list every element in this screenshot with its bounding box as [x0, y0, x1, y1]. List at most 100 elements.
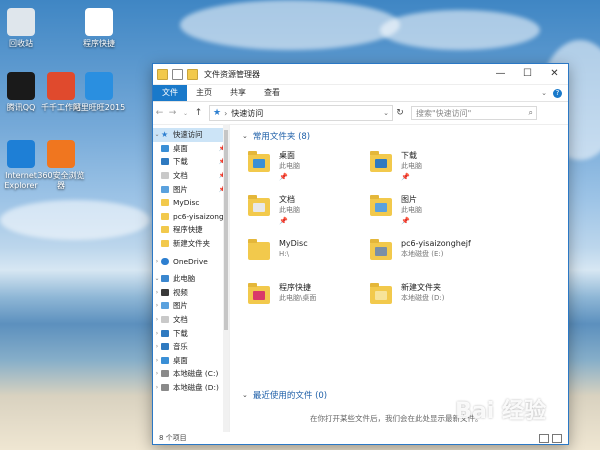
expand-arrow-icon[interactable]: ›: [153, 357, 161, 364]
refresh-icon[interactable]: ↻: [393, 108, 407, 118]
folder-icon: [161, 185, 169, 193]
expand-arrow-icon[interactable]: ›: [153, 289, 161, 296]
folder-icon: [370, 283, 392, 304]
desktop-icon-360-browser[interactable]: 360安全浏览器: [34, 140, 88, 191]
collapse-caret-icon[interactable]: ⌄: [242, 391, 248, 399]
search-input[interactable]: 搜索"快速访问" ⌕: [411, 106, 537, 120]
expand-arrow-icon[interactable]: ›: [153, 316, 161, 323]
nav-scrollbar[interactable]: [223, 124, 229, 432]
nav-pc-item[interactable]: › 音乐: [153, 340, 229, 354]
nav-pc-item[interactable]: › 本地磁盘 (C:): [153, 367, 229, 381]
folder-icon: [248, 195, 270, 216]
frequent-folder-tile[interactable]: pc6-yisaizonghejf 本地磁盘 (E:): [370, 238, 520, 274]
folder-icon: [161, 343, 169, 351]
expand-arrow-icon[interactable]: ›: [153, 330, 161, 337]
nav-label: 图片: [173, 184, 188, 194]
collapse-caret-icon[interactable]: ⌄: [242, 132, 248, 140]
frequent-folder-tile[interactable]: 下载 此电脑 📌: [370, 150, 520, 186]
folder-badge: [375, 247, 387, 256]
nav-label: pc6-yisaizonghejf: [173, 211, 229, 221]
up-arrow-icon[interactable]: ↑: [192, 108, 205, 118]
nav-pc-item[interactable]: › 视频: [153, 286, 229, 300]
back-arrow-icon[interactable]: ←: [153, 108, 166, 118]
help-icon[interactable]: ?: [553, 88, 562, 98]
expand-arrow-icon[interactable]: ⌄: [153, 275, 161, 282]
large-icons-view-icon[interactable]: [552, 433, 562, 443]
frequent-folder-tile[interactable]: 图片 此电脑 📌: [370, 194, 520, 230]
tab-file[interactable]: 文件: [153, 85, 187, 101]
internet-explorer-icon: [7, 140, 35, 168]
desktop-icon-label: 阿里旺旺2015: [72, 103, 126, 112]
nav-quick-item[interactable]: 程序快捷: [153, 223, 229, 237]
folder-location: 此电脑: [279, 206, 300, 214]
pin-icon[interactable]: 📌: [401, 216, 422, 227]
nav-pc-item[interactable]: › 桌面: [153, 354, 229, 368]
browser-icon: [47, 140, 75, 168]
desktop-icon-wangwang[interactable]: 阿里旺旺2015: [72, 72, 126, 113]
forward-arrow-icon[interactable]: →: [166, 108, 179, 118]
pin-icon[interactable]: 📌: [279, 216, 300, 227]
scrollbar-thumb[interactable]: [224, 130, 228, 330]
address-bar[interactable]: ★ › 快速访问 ⌄: [209, 105, 393, 121]
maximize-button[interactable]: ☐: [514, 64, 541, 84]
nav-pc-item[interactable]: › 图片: [153, 299, 229, 313]
wangwang-icon: [85, 72, 113, 100]
nav-pc-item[interactable]: › 本地磁盘 (D:): [153, 381, 229, 395]
item-count: 8 个项目: [159, 434, 187, 442]
desktop-icon-label: 回收站: [9, 39, 33, 48]
nav-onedrive[interactable]: › OneDrive: [153, 254, 229, 268]
nav-label: 桌面: [173, 143, 188, 153]
desktop-icon-recycle-bin[interactable]: 回收站: [0, 8, 48, 49]
expand-ribbon-icon[interactable]: ⌄: [541, 89, 547, 97]
tab-share[interactable]: 共享: [221, 85, 255, 101]
tab-view[interactable]: 查看: [255, 85, 289, 101]
folder-badge: [375, 159, 387, 168]
pin-icon[interactable]: 📌: [279, 172, 300, 183]
nav-label: 文档: [173, 315, 188, 325]
folder-icon: [161, 226, 169, 234]
address-dropdown-icon[interactable]: ⌄: [383, 109, 389, 117]
details-view-icon[interactable]: [539, 433, 549, 443]
recent-locations-icon[interactable]: ⌄: [179, 110, 192, 117]
properties-icon[interactable]: [172, 68, 183, 80]
desktop-icon-program-shortcuts[interactable]: 程序快捷: [72, 8, 126, 49]
nav-quick-access[interactable]: ⌄ ★ 快速访问: [153, 128, 229, 142]
nav-quick-item[interactable]: 下载📌: [153, 155, 229, 169]
nav-quick-item[interactable]: MyDisc: [153, 196, 229, 210]
folder-icon: [161, 240, 169, 248]
nav-quick-item[interactable]: 新建文件夹: [153, 237, 229, 251]
frequent-folders-header[interactable]: ⌄ 常用文件夹 (8): [242, 130, 310, 142]
expand-arrow-icon[interactable]: ›: [153, 370, 161, 377]
recent-files-header[interactable]: ⌄ 最近使用的文件 (0): [242, 389, 327, 401]
nav-quick-item[interactable]: 文档📌: [153, 169, 229, 183]
nav-label: 图片: [173, 301, 188, 311]
close-button[interactable]: ✕: [541, 64, 568, 84]
expand-arrow-icon[interactable]: ⌄: [153, 131, 161, 138]
nav-quick-item[interactable]: 桌面📌: [153, 142, 229, 156]
folder-location: 本地磁盘 (E:): [401, 250, 444, 258]
expand-arrow-icon[interactable]: ›: [153, 384, 161, 391]
qq-penguin-icon: [7, 72, 35, 100]
nav-pc-item[interactable]: › 文档: [153, 313, 229, 327]
folder-name: pc6-yisaizonghejf: [401, 239, 471, 248]
frequent-folder-tile[interactable]: 新建文件夹 本地磁盘 (D:): [370, 282, 520, 318]
shortcut-folder-icon: [85, 8, 113, 36]
tab-home[interactable]: 主页: [187, 85, 221, 101]
minimize-button[interactable]: —: [487, 64, 514, 84]
folder-icon: [161, 199, 169, 207]
expand-arrow-icon[interactable]: ›: [153, 258, 161, 265]
pin-icon[interactable]: 📌: [401, 172, 422, 183]
cloud: [0, 200, 150, 240]
folder-name: 程序快捷: [279, 283, 311, 292]
nav-quick-item[interactable]: pc6-yisaizonghejf: [153, 210, 229, 224]
folder-location: 此电脑\桌面: [279, 294, 317, 302]
nav-quick-item[interactable]: 图片📌: [153, 182, 229, 196]
nav-this-pc[interactable]: ⌄ 此电脑: [153, 272, 229, 286]
nav-pc-item[interactable]: › 下载: [153, 326, 229, 340]
new-folder-icon[interactable]: [187, 68, 198, 80]
folder-icon: [161, 288, 169, 296]
expand-arrow-icon[interactable]: ›: [153, 302, 161, 309]
breadcrumb-quick-access[interactable]: 快速访问: [231, 108, 263, 119]
folder-icon: [161, 144, 169, 152]
expand-arrow-icon[interactable]: ›: [153, 343, 161, 350]
